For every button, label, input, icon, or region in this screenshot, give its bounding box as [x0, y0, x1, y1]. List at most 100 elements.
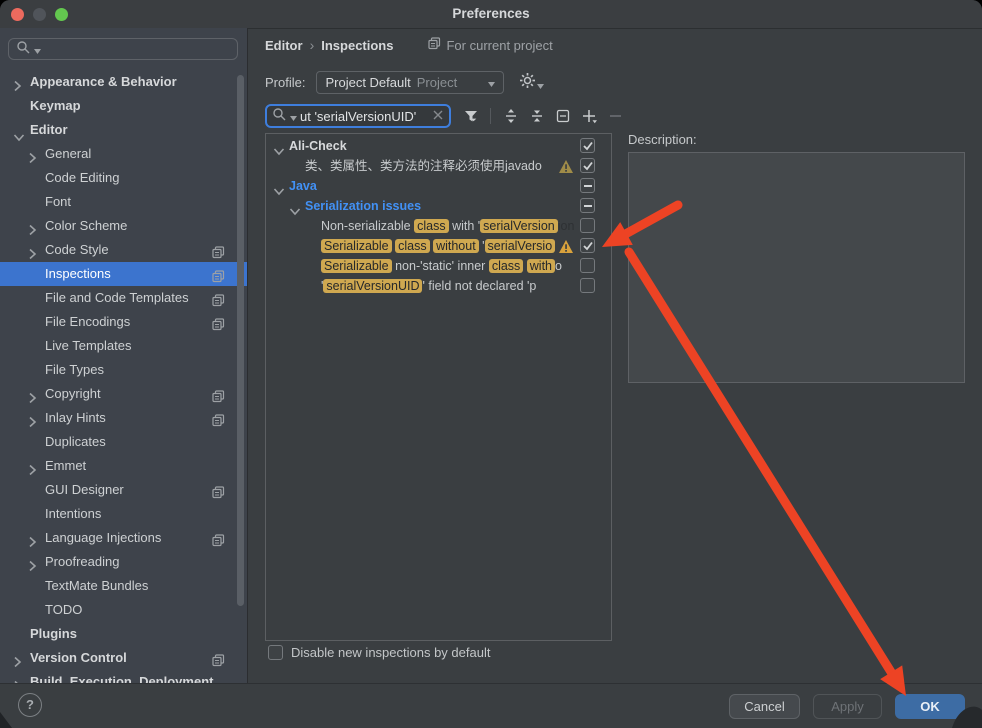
inspection-label: Ali-Check — [289, 136, 574, 156]
breadcrumb: Editor › Inspections For current project — [265, 34, 553, 56]
sidebar-scrollbar[interactable] — [237, 75, 244, 606]
expand-all-icon[interactable] — [500, 105, 522, 127]
sidebar-item-file-encodings[interactable]: File Encodings — [0, 310, 247, 334]
sidebar-item-code-style[interactable]: Code Style — [0, 238, 247, 262]
sidebar-item-file-and-code-templates[interactable]: File and Code Templates — [0, 286, 247, 310]
sidebar-item-label: TextMate Bundles — [45, 574, 148, 598]
sidebar-item-copyright[interactable]: Copyright — [0, 382, 247, 406]
help-button[interactable]: ? — [18, 693, 42, 717]
sidebar-item-label: Duplicates — [45, 430, 106, 454]
sidebar-item-label: Language Injections — [45, 526, 161, 550]
inspection-checkbox[interactable] — [580, 138, 595, 153]
inspection-label: 'serialVersionUID' field not declared 'p — [321, 276, 574, 296]
inspections-search-value: ut 'serialVersionUID' — [300, 109, 429, 124]
add-inspection-icon[interactable] — [578, 105, 600, 127]
sidebar-item-label: Plugins — [30, 622, 77, 646]
sidebar-item-label: Appearance & Behavior — [30, 70, 177, 94]
inspection-checkbox[interactable] — [580, 218, 595, 233]
filter-icon[interactable] — [460, 105, 482, 127]
sidebar-item-file-types[interactable]: File Types — [0, 358, 247, 382]
sidebar-item-label: File and Code Templates — [45, 286, 189, 310]
breadcrumb-inspections: Inspections — [321, 38, 393, 53]
sidebar-item-font[interactable]: Font — [0, 190, 247, 214]
sidebar-item-inlay-hints[interactable]: Inlay Hints — [0, 406, 247, 430]
sidebar-item-label: General — [45, 142, 91, 166]
sidebar-item-build-execution-deployment[interactable]: Build, Execution, Deployment — [0, 670, 247, 683]
sidebar-item-language-injections[interactable]: Language Injections — [0, 526, 247, 550]
settings-sidebar: Appearance & BehaviorKeymapEditorGeneral… — [0, 28, 248, 683]
sidebar-item-version-control[interactable]: Version Control — [0, 646, 247, 670]
breadcrumb-editor[interactable]: Editor — [265, 38, 303, 53]
ok-button[interactable]: OK — [895, 694, 965, 719]
inspection-checkbox[interactable] — [580, 278, 595, 293]
sidebar-item-textmate-bundles[interactable]: TextMate Bundles — [0, 574, 247, 598]
sidebar-item-plugins[interactable]: Plugins — [0, 622, 247, 646]
inspection-checkbox[interactable] — [580, 158, 595, 173]
sidebar-search-input[interactable] — [8, 38, 238, 60]
inspection-row-6[interactable]: Serializable non-'static' inner class wi… — [266, 256, 611, 276]
inspections-tree: Ali-Check类、类属性、类方法的注释必须使用javadoJavaSeria… — [265, 133, 612, 641]
search-caret-icon — [34, 42, 41, 57]
sidebar-item-label: Color Scheme — [45, 214, 127, 238]
sidebar-item-label: Copyright — [45, 382, 101, 406]
sidebar-item-color-scheme[interactable]: Color Scheme — [0, 214, 247, 238]
sidebar-item-intentions[interactable]: Intentions — [0, 502, 247, 526]
inspection-row-3[interactable]: Serialization issues — [266, 196, 611, 216]
inspection-row-1[interactable]: 类、类属性、类方法的注释必须使用javado — [266, 156, 611, 176]
profile-dropdown[interactable]: Project Default Project — [316, 71, 504, 94]
sidebar-item-code-editing[interactable]: Code Editing — [0, 166, 247, 190]
sidebar-item-label: GUI Designer — [45, 478, 124, 502]
sidebar-item-label: Code Editing — [45, 166, 119, 190]
search-caret-icon — [290, 109, 297, 124]
inspection-checkbox[interactable] — [580, 198, 595, 213]
inspection-row-7[interactable]: 'serialVersionUID' field not declared 'p — [266, 276, 611, 296]
sidebar-item-duplicates[interactable]: Duplicates — [0, 430, 247, 454]
sidebar-item-label: Keymap — [30, 94, 81, 118]
inspection-label: Non-serializable class with 'serialVersi… — [321, 216, 574, 236]
disable-new-inspections-checkbox[interactable] — [268, 645, 283, 660]
sidebar-item-label: Version Control — [30, 646, 127, 670]
inspection-row-0[interactable]: Ali-Check — [266, 136, 611, 156]
inspection-row-5[interactable]: Serializable class without 'serialVersio — [266, 236, 611, 256]
sidebar-item-label: Emmet — [45, 454, 86, 478]
sidebar-item-keymap[interactable]: Keymap — [0, 94, 247, 118]
inspections-toolbar: ut 'serialVersionUID' — [265, 104, 626, 128]
profile-actions-button[interactable] — [519, 72, 544, 92]
gear-caret-icon — [537, 77, 544, 92]
inspection-label: Java — [289, 176, 574, 196]
sidebar-item-todo[interactable]: TODO — [0, 598, 247, 622]
inspection-checkbox[interactable] — [580, 238, 595, 253]
sidebar-item-label: Code Style — [45, 238, 109, 262]
sidebar-item-editor[interactable]: Editor — [0, 118, 247, 142]
chevron-right-icon[interactable] — [13, 676, 22, 683]
sidebar-item-proofreading[interactable]: Proofreading — [0, 550, 247, 574]
apply-button: Apply — [813, 694, 882, 719]
clear-search-icon[interactable] — [432, 109, 444, 124]
sidebar-item-label: Intentions — [45, 502, 101, 526]
remove-inspection-icon — [604, 105, 626, 127]
sidebar-item-label: Build, Execution, Deployment — [30, 670, 213, 683]
sidebar-item-gui-designer[interactable]: GUI Designer — [0, 478, 247, 502]
sidebar-item-appearance-behavior[interactable]: Appearance & Behavior — [0, 70, 247, 94]
description-panel — [628, 152, 965, 383]
disable-new-inspections-row: Disable new inspections by default — [268, 645, 490, 660]
inspections-search-input[interactable]: ut 'serialVersionUID' — [265, 104, 451, 128]
inspection-row-2[interactable]: Java — [266, 176, 611, 196]
sidebar-item-label: Inlay Hints — [45, 406, 106, 430]
cancel-button[interactable]: Cancel — [729, 694, 800, 719]
toolbar-divider — [490, 108, 491, 124]
inspection-checkbox[interactable] — [580, 258, 595, 273]
inspection-label: Serializable non-'static' inner class wi… — [321, 256, 574, 276]
inspection-label: 类、类属性、类方法的注释必须使用javado — [305, 156, 556, 176]
sidebar-item-inspections[interactable]: Inspections — [0, 262, 247, 286]
inspection-checkbox[interactable] — [580, 178, 595, 193]
inspection-row-4[interactable]: Non-serializable class with 'serialVersi… — [266, 216, 611, 236]
reset-inspection-icon[interactable] — [552, 105, 574, 127]
sidebar-item-emmet[interactable]: Emmet — [0, 454, 247, 478]
profile-row: Profile: Project Default Project — [265, 70, 544, 94]
sidebar-item-general[interactable]: General — [0, 142, 247, 166]
pages-icon — [428, 37, 441, 53]
sidebar-item-label: Inspections — [45, 262, 111, 286]
collapse-all-icon[interactable] — [526, 105, 548, 127]
sidebar-item-live-templates[interactable]: Live Templates — [0, 334, 247, 358]
